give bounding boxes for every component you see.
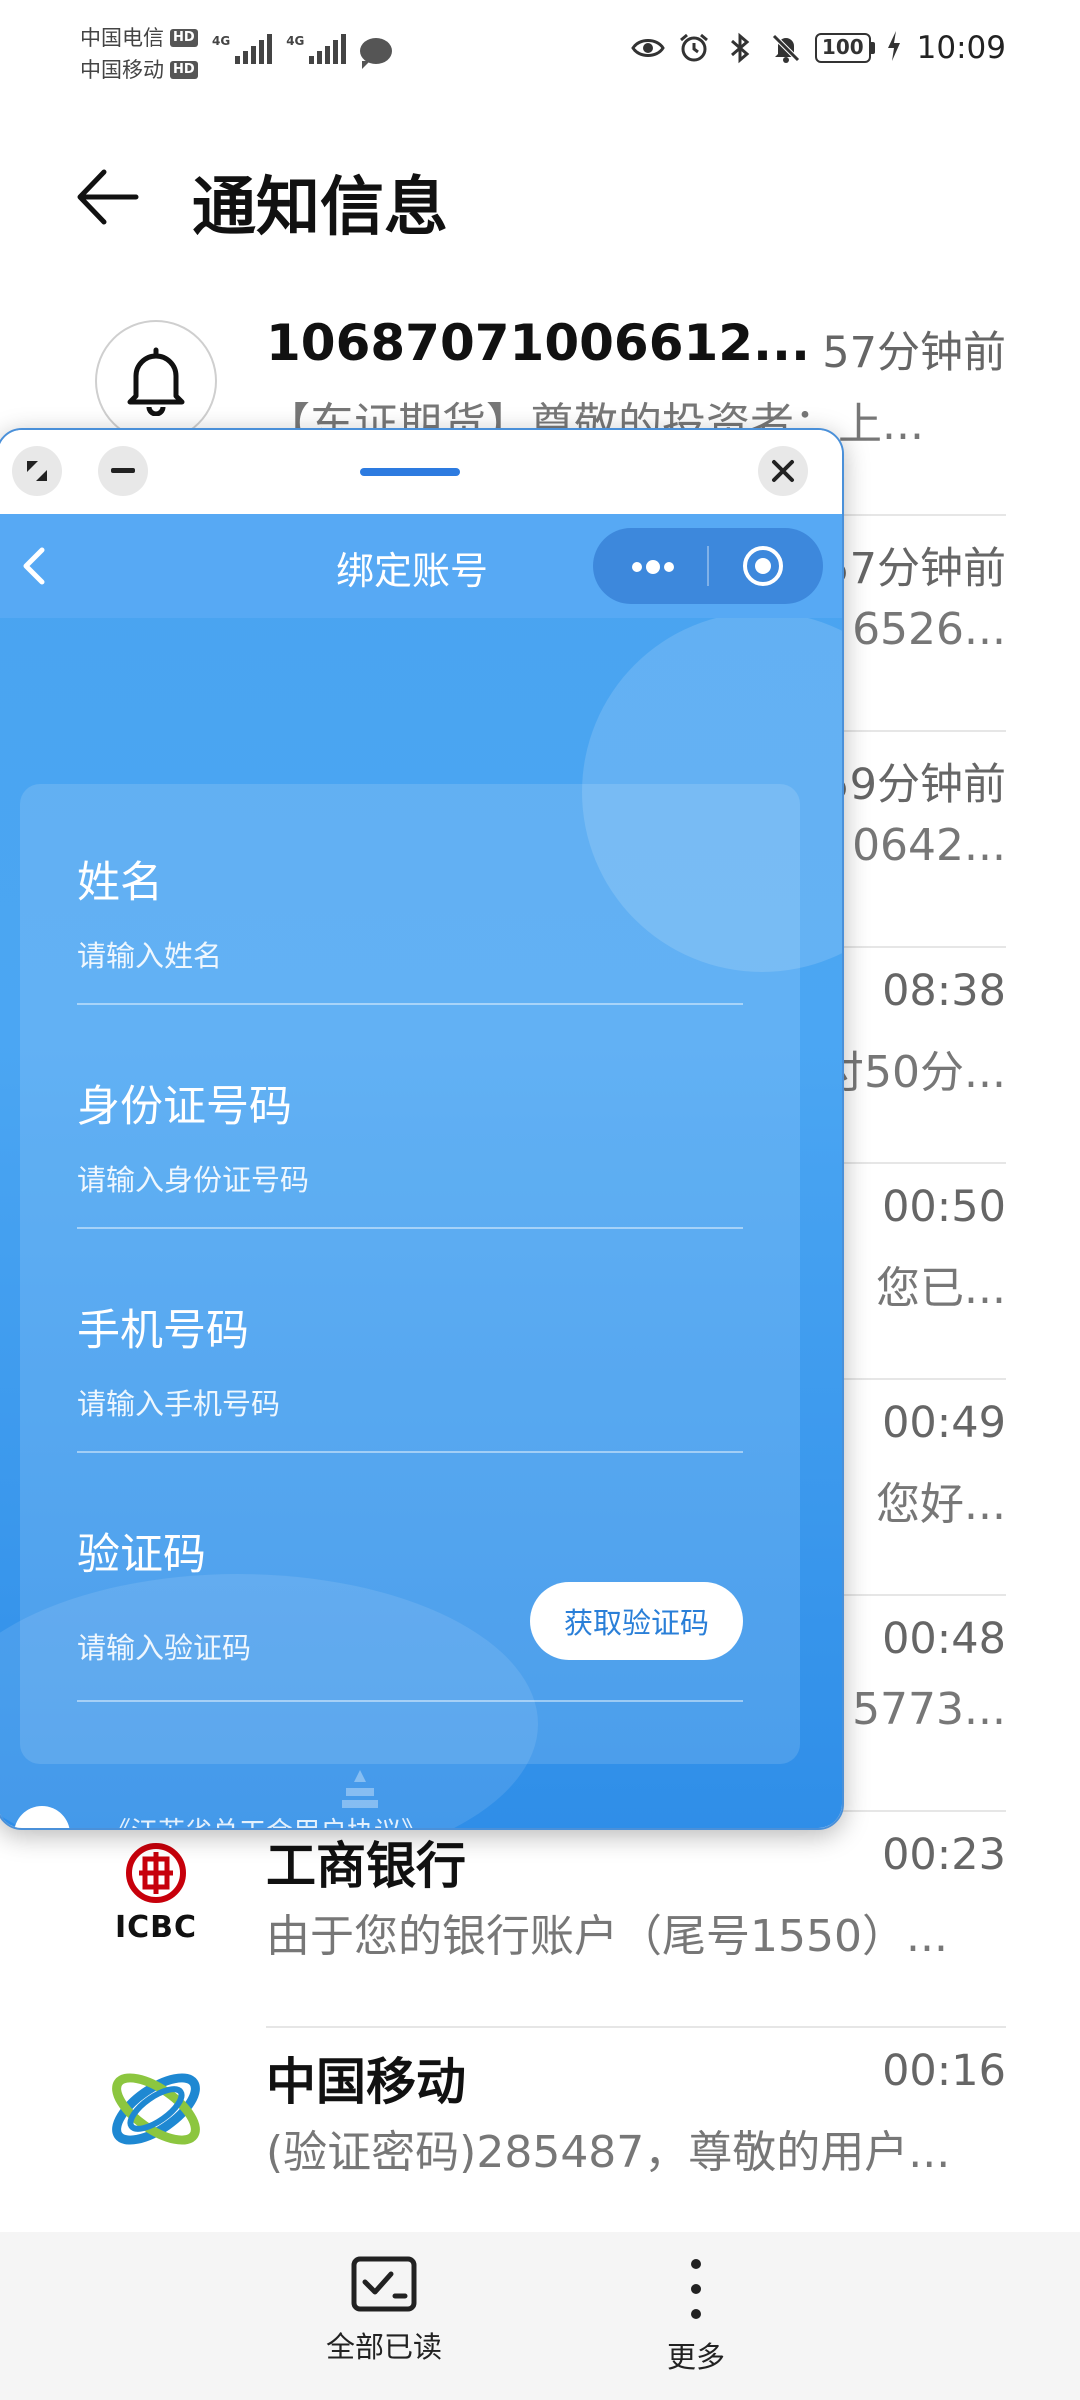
message-preview: 您好...: [876, 1479, 1006, 1530]
carrier-info: 中国电信 HD 中国移动 HD: [80, 22, 198, 86]
icbc-logo: ICBC: [95, 1832, 217, 1954]
verification-code-input[interactable]: 请输入验证码: [77, 1625, 251, 1667]
signal-icon-2: 4G: [286, 34, 347, 64]
message-preview: 5773...: [852, 1684, 1006, 1735]
message-preview: 由于您的银行账户（尾号1550）...: [266, 1911, 948, 1962]
bottom-action-bar: 全部已读 更多: [0, 2232, 1080, 2400]
phone-field: 手机号码 请输入手机号码: [77, 1296, 743, 1521]
battery-indicator: 100: [814, 33, 875, 63]
message-time: 00:16: [882, 2046, 1006, 2096]
hd-badge-1: HD: [170, 29, 198, 47]
name-input[interactable]: 请输入姓名: [77, 933, 222, 975]
floating-window: 绑定账号 姓名 请输入姓名 身份证号码 请输入身份证号码 手机号码 请输入手机号…: [0, 428, 844, 1830]
carrier-2: 中国移动: [80, 58, 164, 82]
message-sender: 10687071006612...: [266, 314, 811, 372]
input-underline: [77, 1451, 743, 1453]
name-field: 姓名 请输入姓名: [77, 848, 743, 1073]
close-icon[interactable]: [758, 446, 808, 496]
message-sender: 工商银行: [266, 1837, 466, 1895]
minimize-icon[interactable]: [98, 446, 148, 496]
message-time: 00:48: [882, 1614, 1006, 1664]
message-item[interactable]: ICBC 工商银行 00:23 由于您的银行账户（尾号1550）...: [0, 1812, 1080, 2028]
message-time: 00:49: [882, 1398, 1006, 1448]
mute-icon: [769, 31, 803, 65]
hd-badge-2: HD: [170, 61, 198, 79]
page-title: 通知信息: [192, 171, 448, 245]
message-time: 00:50: [882, 1182, 1006, 1232]
mini-app-navbar: 绑定账号: [0, 514, 842, 618]
status-time: 10:09: [916, 30, 1006, 66]
china-mobile-logo: [95, 2048, 217, 2170]
bell-icon: [95, 320, 217, 442]
icbc-logo-text: ICBC: [114, 1909, 198, 1945]
back-button[interactable]: [72, 162, 142, 232]
id-number-field: 身份证号码 请输入身份证号码: [77, 1072, 743, 1297]
id-number-input[interactable]: 请输入身份证号码: [77, 1157, 309, 1199]
signal-indicators: 4G 4G: [212, 34, 393, 69]
floating-window-titlebar[interactable]: [0, 430, 842, 514]
exit-target-icon[interactable]: [741, 544, 785, 588]
agreement-link[interactable]: 《江苏省总工会用户协议》: [104, 1810, 428, 1828]
message-notification-icon: [360, 38, 393, 69]
mini-app-capsule: [593, 528, 823, 604]
bluetooth-icon: [723, 31, 757, 65]
message-time: 08:38: [882, 966, 1006, 1016]
name-label: 姓名: [77, 858, 163, 908]
more-button[interactable]: 更多: [586, 2256, 806, 2386]
phone-label: 手机号码: [77, 1306, 249, 1356]
message-preview: 0642...: [852, 820, 1006, 871]
message-time: 57分钟前: [822, 544, 1006, 594]
carrier-1: 中国电信: [80, 26, 164, 50]
input-underline: [77, 1227, 743, 1229]
mini-app-content: 绑定账号 姓名 请输入姓名 身份证号码 请输入身份证号码 手机号码 请输入手机号…: [0, 514, 842, 1828]
message-preview: (验证密码)285487，尊敬的用户...: [266, 2127, 951, 2178]
fullscreen-icon[interactable]: [12, 446, 62, 496]
verification-code-field: 验证码 请输入验证码 获取验证码: [77, 1520, 743, 1745]
mark-all-read-button[interactable]: 全部已读: [274, 2256, 494, 2386]
message-time: 59分钟前: [822, 760, 1006, 810]
message-item[interactable]: 中国移动 00:16 (验证密码)285487，尊敬的用户...: [0, 2028, 1080, 2244]
get-code-button[interactable]: 获取验证码: [530, 1582, 743, 1660]
message-preview: 6526...: [852, 604, 1006, 655]
message-preview: 您已...: [876, 1263, 1006, 1314]
app-header: 通知信息: [0, 140, 1080, 250]
message-preview: 付50分...: [820, 1047, 1006, 1098]
verification-code-label: 验证码: [77, 1530, 206, 1580]
more-label: 更多: [666, 2340, 725, 2374]
status-bar: 中国电信 HD 中国移动 HD 4G 4G 100 10:09: [0, 0, 1080, 100]
mark-all-read-label: 全部已读: [325, 2330, 442, 2364]
input-underline: [77, 1003, 743, 1005]
eye-icon: [631, 31, 665, 65]
phone-input[interactable]: 请输入手机号码: [77, 1381, 280, 1423]
more-vertical-icon: [691, 2259, 701, 2319]
signal-icon-1: 4G: [212, 34, 273, 64]
status-icons: 100 10:09: [631, 30, 1006, 66]
more-horizontal-icon[interactable]: [623, 554, 683, 580]
charging-icon: [887, 31, 901, 65]
mark-read-icon: [351, 2256, 417, 2312]
alarm-icon: [677, 31, 711, 65]
drag-handle[interactable]: [360, 468, 460, 476]
bind-account-form: 姓名 请输入姓名 身份证号码 请输入身份证号码 手机号码 请输入手机号码 验证码…: [20, 784, 800, 1764]
message-time: 00:23: [882, 1830, 1006, 1880]
id-number-label: 身份证号码: [77, 1082, 292, 1132]
message-time: 57分钟前: [822, 328, 1006, 378]
message-sender: 中国移动: [266, 2053, 466, 2111]
input-underline: [77, 1700, 743, 1702]
